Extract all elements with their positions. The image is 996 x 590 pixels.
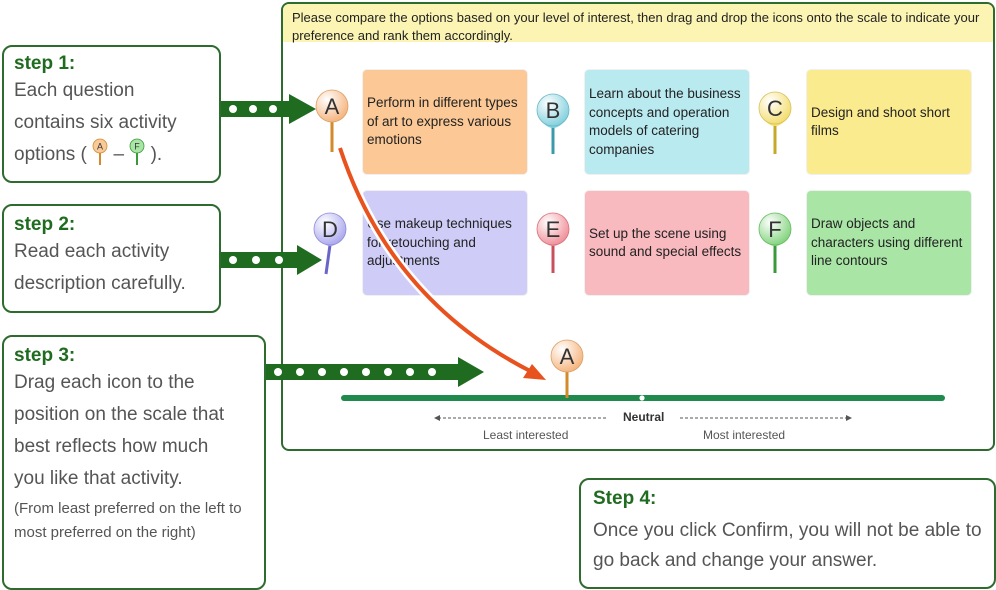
step-4-box: Step 4: Once you click Confirm, you will… xyxy=(579,478,996,589)
option-f-text: Draw objects and characters using differ… xyxy=(811,216,963,269)
mini-pin-f-icon: F xyxy=(129,138,145,165)
option-e-text: Set up the scene using sound and special… xyxy=(589,225,742,260)
step-3-note: (From least preferred on the left to mos… xyxy=(14,500,242,541)
mini-pin-a-icon: A xyxy=(92,138,108,165)
step-1-box: step 1: Each question contains six activ… xyxy=(2,45,221,183)
option-card-e: Set up the scene using sound and special… xyxy=(585,191,749,295)
step-1-line-1: Each question xyxy=(14,80,135,101)
step-4-title: Step 4: xyxy=(593,488,657,509)
step-4-text: Once you click Confirm, you will not be … xyxy=(593,520,982,571)
question-panel: Please compare the options based on your… xyxy=(281,2,995,451)
least-interested-label: Least interested xyxy=(483,428,569,442)
most-direction-arrowhead xyxy=(846,415,852,421)
svg-text:A: A xyxy=(97,141,103,151)
option-b-text: Learn about the business concepts and op… xyxy=(589,86,741,157)
step-3-line-2: position on the scale that xyxy=(14,404,225,425)
least-direction-arrowhead xyxy=(434,415,440,421)
step-1-options-suffix: ). xyxy=(150,144,163,165)
step-1-options-prefix: options ( xyxy=(14,144,87,165)
step-2-line-2: description carefully. xyxy=(14,273,186,294)
option-d-text: Use makeup techniques for retouching and… xyxy=(367,216,512,269)
step-3-title: step 3: xyxy=(14,345,76,366)
step-1-line-3: options ( A – F ). xyxy=(14,138,209,171)
step-2-line-1: Read each activity xyxy=(14,241,170,262)
step-3-line-1: Drag each icon to the xyxy=(14,372,195,393)
step-1-line-2: contains six activity xyxy=(14,112,177,133)
step-2-box: step 2: Read each activity description c… xyxy=(2,204,221,313)
step-3-box: step 3: Drag each icon to the position o… xyxy=(2,335,266,590)
option-c-text: Design and shoot short films xyxy=(811,104,950,139)
step-1-dash: – xyxy=(113,144,125,165)
svg-text:F: F xyxy=(135,141,141,151)
step-2-title: step 2: xyxy=(14,214,76,235)
scale-neutral-marker xyxy=(639,395,645,401)
option-card-f: Draw objects and characters using differ… xyxy=(807,191,971,295)
option-card-d: Use makeup techniques for retouching and… xyxy=(363,191,527,295)
option-card-b: Learn about the business concepts and op… xyxy=(585,70,749,174)
step-1-title: step 1: xyxy=(14,53,76,74)
option-card-c: Design and shoot short films xyxy=(807,70,971,174)
option-a-text: Perform in different types of art to exp… xyxy=(367,95,518,148)
most-interested-label: Most interested xyxy=(703,428,786,442)
instruction-banner: Please compare the options based on your… xyxy=(283,4,993,43)
neutral-label: Neutral xyxy=(621,410,667,424)
step-3-line-3: best reflects how much xyxy=(14,436,209,457)
step-3-line-4: you like that activity. xyxy=(14,468,183,489)
option-card-a: Perform in different types of art to exp… xyxy=(363,70,527,174)
